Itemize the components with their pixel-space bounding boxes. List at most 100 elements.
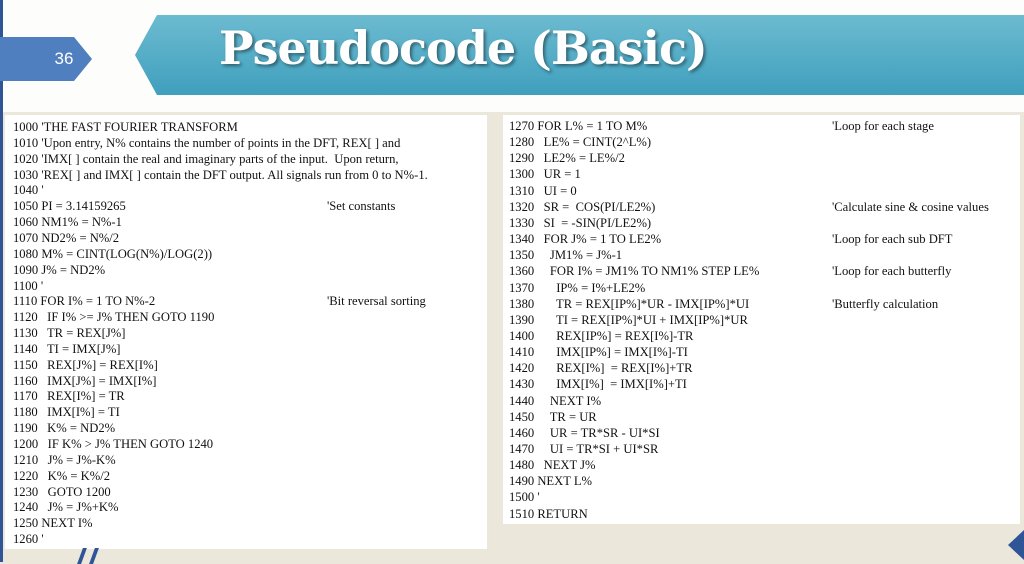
line-number: 1080 [13,246,39,261]
code-line: 1420 REX[I%] = REX[I%]+TR [509,361,693,376]
code-line: 1030 'REX[ ] and IMX[ ] contain the DFT … [13,168,428,183]
code-text: IMX[J%] = IMX[I%] [37,373,157,388]
code-text: FOR I% = 1 TO N%-2 [37,294,156,309]
code-text: FOR L% = 1 TO M% [534,119,648,133]
line-number: 1250 [13,516,39,531]
line-number: 1120 [13,310,38,325]
code-text: ' [38,183,44,198]
code-line: 1170 REX[I%] = TR [13,389,125,404]
code-line: 1200 IF K% > J% THEN GOTO 1240 [13,437,213,452]
code-text: IMX[IP%] = IMX[I%]-TI [534,345,688,360]
code-text: J% = ND2% [38,262,106,277]
line-number: 1000 [13,120,39,134]
code-text: RETURN [534,506,588,521]
code-text: 'REX[ ] and IMX[ ] contain the DFT outpu… [38,167,428,182]
line-number: 1340 [509,232,535,247]
code-line: 1290 LE2% = LE%/2 [509,151,625,166]
title-banner: Pseudocode (Basic) [135,15,1024,95]
code-line: 1000 'THE FAST FOURIER TRANSFORM [13,120,238,135]
code-text: IF K% > J% THEN GOTO 1240 [38,437,214,451]
code-text: REX[I%] = REX[I%]+TR [534,361,693,376]
line-number: 1510 [509,506,535,521]
code-line: 1230 GOTO 1200 [13,485,111,500]
line-number: 1400 [509,328,535,343]
code-text: ' [37,278,44,293]
code-comment: 'Loop for each stage [832,119,934,133]
code-line: 1430 IMX[I%] = IMX[I%]+TI [509,377,687,392]
code-line: 1480 NEXT J% [509,458,596,473]
line-number: 1140 [13,341,38,356]
code-text: PI = 3.14159265 [38,199,126,214]
line-number: 1290 [509,151,535,166]
code-line: 1310 UI = 0 [509,184,577,199]
code-line: 1130 TR = REX[J%] [13,326,125,341]
line-number: 1500 [509,490,535,505]
code-text: FOR I% = JM1% TO NM1% STEP LE% [534,264,760,279]
code-line: 1370 IP% = I%+LE2% [509,281,645,296]
code-text: 'Upon entry, N% contains the number of p… [38,135,401,150]
code-text: FOR J% = 1 TO LE2% [534,232,662,247]
code-line: 1360 FOR I% = JM1% TO NM1% STEP LE% [509,264,759,279]
line-number: 1220 [13,468,39,483]
code-text: UR = 1 [534,167,581,182]
line-number: 1210 [13,452,39,467]
code-line: 1060 NM1% = N%-1 [13,215,122,230]
code-text: LE% = CINT(2^L%) [534,135,652,150]
code-line: 1400 REX[IP%] = REX[I%]-TR [509,329,693,344]
code-text: J% = J%+K% [38,500,119,515]
line-number: 1460 [509,425,535,440]
code-comment: 'Set constants [327,199,396,214]
line-number: 1230 [13,484,39,499]
line-number: 1160 [13,373,38,388]
code-text: UI = TR*SI + UI*SR [534,442,659,456]
line-number: 1490 [509,474,535,489]
line-number: 1310 [509,183,535,198]
code-text: REX[I%] = TR [37,389,125,404]
code-line: 1240 J% = J%+K% [13,500,119,515]
code-line: 1450 TR = UR [509,410,597,425]
code-text: J% = J%-K% [38,452,116,467]
line-number: 1190 [13,421,38,436]
line-number: 1420 [509,361,535,376]
code-line: 1340 FOR J% = 1 TO LE2% [509,232,661,247]
code-comment: 'Bit reversal sorting [327,294,426,309]
line-number: 1170 [13,389,38,404]
code-text: LE2% = LE%/2 [534,151,625,166]
code-line: 1270 FOR L% = 1 TO M% [509,119,647,134]
line-number: 1240 [13,500,39,515]
line-number: 1070 [13,230,39,245]
code-text: NEXT I% [38,516,93,531]
line-number: 1410 [509,345,535,360]
code-text: REX[IP%] = REX[I%]-TR [534,328,694,343]
line-number: 1350 [509,248,535,263]
line-number: 1450 [509,409,535,424]
code-line: 1250 NEXT I% [13,516,93,531]
code-text: IF I% >= J% THEN GOTO 1190 [37,310,215,325]
code-line: 1320 SR = COS(PI/LE2%) [509,200,655,215]
line-number: 1010 [13,135,39,150]
code-text: NEXT J% [534,458,596,473]
code-line: 1410 IMX[IP%] = IMX[I%]-TI [509,345,688,360]
code-text: M% = CINT(LOG(N%)/LOG(2)) [38,246,213,261]
left-accent-bar [0,0,3,562]
code-line: 1140 TI = IMX[J%] [13,342,121,357]
code-text: TR = REX[J%] [37,326,126,341]
line-number: 1090 [13,262,39,277]
line-number: 1330 [509,215,535,230]
code-line: 1280 LE% = CINT(2^L%) [509,135,651,150]
code-panel-right: 1270 FOR L% = 1 TO M% 'Loop for each stag… [503,115,1020,524]
code-line: 1010 'Upon entry, N% contains the number… [13,136,400,151]
line-number: 1040 [13,183,39,198]
code-text: GOTO 1200 [38,484,111,499]
line-number: 1440 [509,393,535,408]
line-number: 1480 [509,458,535,473]
line-number: 1430 [509,377,535,392]
code-line: 1020 'IMX[ ] contain the real and imagin… [13,152,399,167]
code-text: JM1% = J%-1 [534,248,623,263]
line-number: 1390 [509,312,535,327]
code-line: 1180 IMX[I%] = TI [13,405,120,420]
code-line: 1220 K% = K%/2 [13,469,110,484]
code-text: K% = ND2% [37,421,116,436]
code-text: NM1% = N%-1 [38,215,122,230]
line-number: 1060 [13,215,39,230]
